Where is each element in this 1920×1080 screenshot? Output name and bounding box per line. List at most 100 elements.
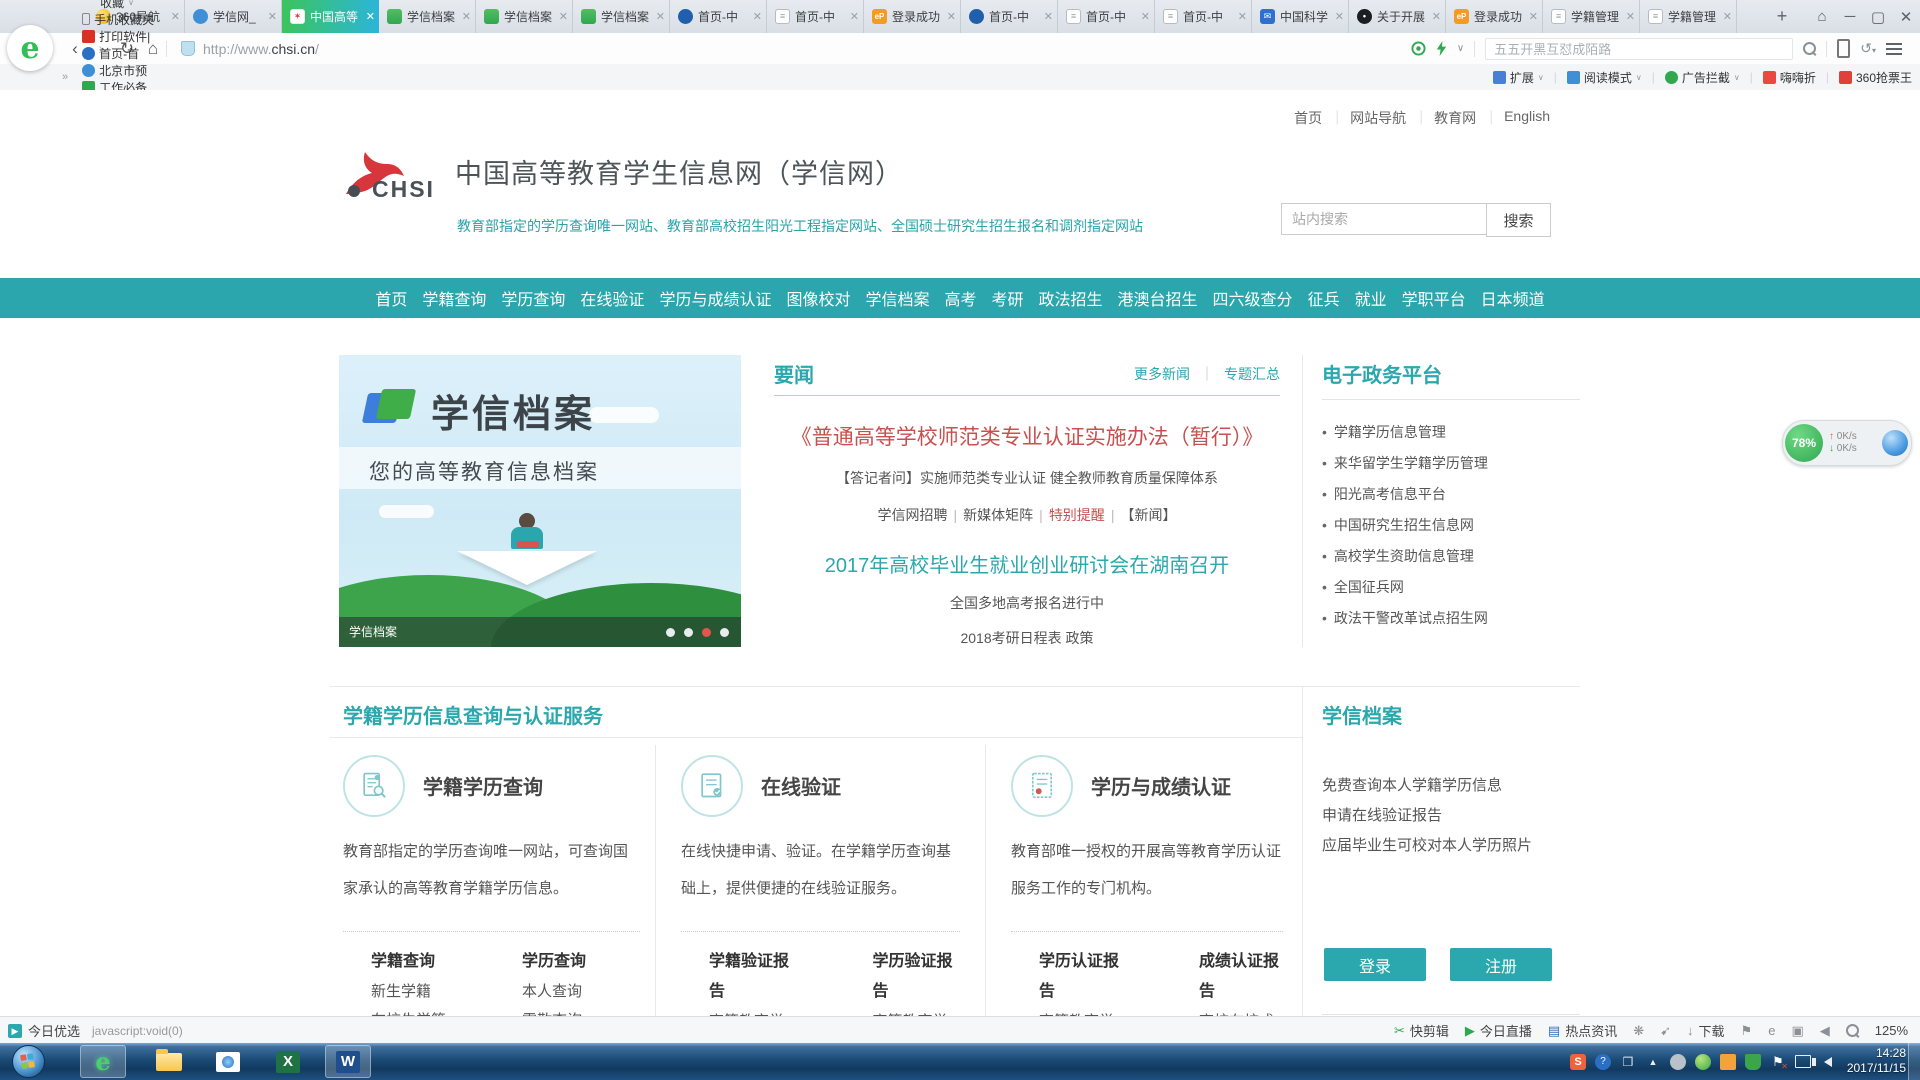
tab-close-icon[interactable]: ✕ [1626, 10, 1635, 23]
browser-tab[interactable]: ✉中国科学✕ [1252, 0, 1349, 33]
news-blue-item[interactable]: ▤热点资讯 [1548, 1021, 1617, 1040]
tab-close-icon[interactable]: ✕ [656, 10, 665, 23]
window-gray-item[interactable]: ▣ [1791, 1023, 1803, 1039]
fan-gray-item[interactable]: ❋ [1633, 1023, 1644, 1039]
tab-close-icon[interactable]: ✕ [366, 10, 375, 23]
accelerator-ball-icon[interactable] [1882, 430, 1908, 456]
today-picks-label[interactable]: 今日优选 [28, 1021, 80, 1040]
browser-tab[interactable]: ✶中国高等✕ [282, 0, 379, 33]
bookmark-item[interactable]: 首页-首 [82, 45, 154, 62]
news-link[interactable]: 学信网招聘 [878, 507, 948, 523]
tab-close-icon[interactable]: ✕ [1238, 10, 1247, 23]
carousel-dot[interactable] [702, 628, 711, 637]
tray-app-icon[interactable] [1670, 1054, 1686, 1070]
mainnav-item[interactable]: 在线验证 [580, 286, 644, 310]
browser-tab[interactable]: 首页-中✕ [670, 0, 767, 33]
archive-title[interactable]: 学信档案 [1322, 700, 1580, 729]
egov-link[interactable]: 高校学生资助信息管理 [1322, 541, 1580, 572]
egov-link[interactable]: 阳光高考信息平台 [1322, 479, 1580, 510]
browser-tab[interactable]: ≡学籍管理✕ [1640, 0, 1737, 33]
new-tab-button[interactable]: + [1768, 0, 1796, 33]
news-link[interactable]: 新媒体矩阵 [963, 507, 1033, 523]
bookmark-item[interactable]: 北京市预 [82, 62, 154, 79]
egov-link[interactable]: 政法干警改革试点招生网 [1322, 603, 1580, 634]
speed-mode-icon[interactable] [1436, 41, 1447, 56]
news-line-4[interactable]: 2018考研日程表 政策 [774, 628, 1280, 648]
card-title[interactable]: 学籍学历查询 [423, 771, 543, 800]
hidden-icons-arrow[interactable]: ▲ [1645, 1054, 1661, 1070]
mainnav-item[interactable]: 政法招生 [1039, 286, 1103, 310]
card-link[interactable]: 高等教育学历 [873, 1007, 961, 1016]
card-link[interactable]: 本人查询 [522, 977, 586, 1006]
mainnav-item[interactable]: 学信档案 [865, 286, 929, 310]
menu-icon[interactable] [1886, 40, 1902, 58]
topnav-link[interactable]: English [1490, 108, 1564, 128]
link-column-head[interactable]: 成绩认证报告 [1199, 947, 1283, 1007]
skin-icon[interactable]: ⌂ [1808, 8, 1836, 25]
tab-close-icon[interactable]: ✕ [850, 10, 859, 23]
card-title[interactable]: 学历与成绩认证 [1091, 771, 1231, 800]
carousel-dot[interactable] [666, 628, 675, 637]
egov-link[interactable]: 学籍学历信息管理 [1322, 417, 1580, 448]
browser-tab[interactable]: ≡首页-中✕ [1058, 0, 1155, 33]
tab-close-icon[interactable]: ✕ [1044, 10, 1053, 23]
topics-link[interactable]: 专题汇总 [1224, 366, 1280, 382]
close-icon[interactable]: ✕ [1892, 8, 1920, 26]
browser-tab[interactable]: 学信档案✕ [573, 0, 670, 33]
restore-icon[interactable]: ❒ [1620, 1054, 1636, 1070]
show-desktop-button[interactable] [1908, 1043, 1920, 1080]
mainnav-item[interactable]: 就业 [1355, 286, 1387, 310]
link-column-head[interactable]: 学籍验证报告 [709, 947, 797, 1007]
browser-tab[interactable]: ≡学籍管理✕ [1543, 0, 1640, 33]
url-field[interactable]: http://www.chsi.cn/ [203, 41, 319, 57]
tray-folder-icon[interactable] [1720, 1054, 1736, 1070]
browser-tab[interactable]: ≡首页-中✕ [767, 0, 864, 33]
tab-close-icon[interactable]: ✕ [1141, 10, 1150, 23]
magnifier-gray-item[interactable] [1846, 1024, 1859, 1037]
bookmark-item[interactable]: 扩展∨ [1493, 69, 1544, 86]
mainnav-item[interactable]: 首页 [375, 286, 407, 310]
news-link[interactable]: 【新闻】 [1120, 507, 1176, 523]
bookmark-item[interactable]: 手机收藏夹 [82, 11, 154, 28]
mainnav-item[interactable]: 学职平台 [1402, 286, 1466, 310]
download-gray-item[interactable]: ↓下载 [1687, 1021, 1725, 1040]
link-column-head[interactable]: 学历认证报告 [1039, 947, 1123, 1007]
register-button[interactable]: 注册 [1450, 948, 1552, 981]
mainnav-item[interactable]: 港澳台招生 [1118, 286, 1198, 310]
tab-close-icon[interactable]: ✕ [1723, 10, 1732, 23]
tab-close-icon[interactable]: ✕ [171, 10, 180, 23]
play-circle-green-item[interactable]: ▶今日直播 [1465, 1021, 1532, 1040]
bookmark-item[interactable]: 嗨嗨折 [1763, 69, 1816, 86]
link-column-head[interactable]: 学历查询 [522, 947, 586, 977]
card-link[interactable]: 在校生学籍 [371, 1006, 446, 1016]
news-line-1[interactable]: 【答记者问】实施师范类专业认证 健全教师教育质量保障体系 [774, 468, 1280, 488]
taskbar-word-icon[interactable]: W [325, 1045, 371, 1078]
taskbar-photo-viewer-icon[interactable] [205, 1045, 251, 1078]
card-title[interactable]: 在线验证 [761, 771, 841, 800]
topnav-link[interactable]: 网站导航 [1336, 108, 1420, 128]
site-security-icon[interactable] [181, 41, 195, 56]
bookmark-item[interactable]: 收藏∨ [82, 0, 154, 11]
action-center-flag-icon[interactable]: ⚑ [1770, 1054, 1786, 1070]
mainnav-item[interactable]: 学历查询 [501, 286, 565, 310]
news-link[interactable]: 特别提醒 [1049, 507, 1105, 523]
browser-tab[interactable]: ≡首页-中✕ [1155, 0, 1252, 33]
site-search-button[interactable]: 搜索 [1486, 203, 1551, 237]
minimize-icon[interactable]: ─ [1836, 8, 1864, 25]
egov-link[interactable]: 来华留学生学籍学历管理 [1322, 448, 1580, 479]
rocket-gray-item[interactable]: ➹ [1660, 1023, 1671, 1039]
tab-close-icon[interactable]: ✕ [1432, 10, 1441, 23]
search-icon[interactable] [1803, 42, 1816, 55]
bookmark-item[interactable]: 打印软件| [82, 28, 154, 45]
site-search-input[interactable] [1281, 203, 1486, 235]
news-line-3[interactable]: 全国多地高考报名进行中 [774, 593, 1280, 613]
e-gray-item[interactable]: e [1768, 1023, 1775, 1038]
card-link[interactable]: 高等教育学历 [1039, 1007, 1123, 1016]
card-link[interactable]: 新生学籍 [371, 977, 446, 1006]
speed-badge[interactable]: 78% ↑ 0K/s ↓ 0K/s [1782, 420, 1912, 466]
volume-icon[interactable] [1820, 1054, 1836, 1070]
browser-tab[interactable]: eP登录成功✕ [864, 0, 961, 33]
mainnav-item[interactable]: 学籍查询 [422, 286, 486, 310]
egov-link[interactable]: 全国征兵网 [1322, 572, 1580, 603]
tab-close-icon[interactable]: ✕ [1529, 10, 1538, 23]
